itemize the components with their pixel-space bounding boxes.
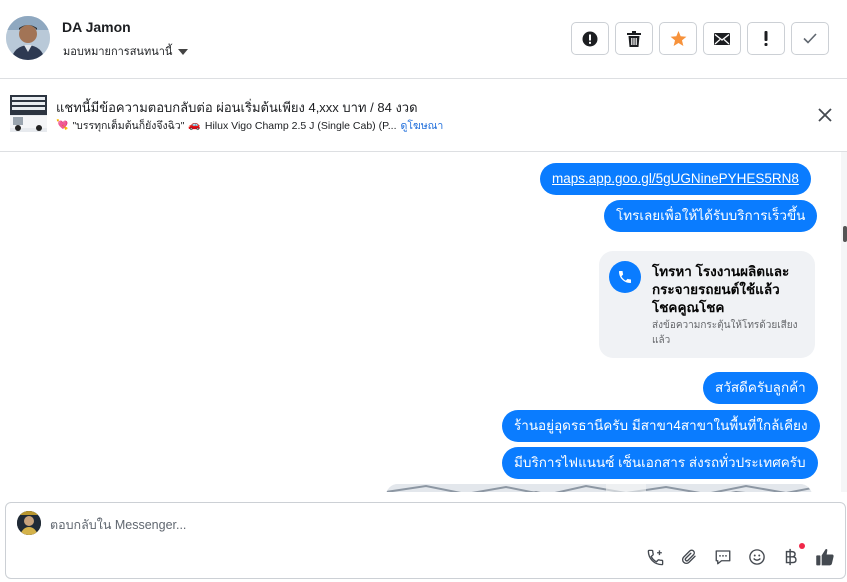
emoji-icon (749, 549, 765, 565)
thumbs-up-icon (816, 549, 834, 566)
check-icon (803, 33, 817, 44)
ad-text: "บรรทุกเต็มต้นก็ยังจึงฉิว" (72, 120, 185, 132)
message-bubble: มีบริการไฟแนนซ์ เซ็นเอกสาร ส่งรถทั่วประเ… (502, 447, 818, 479)
message-thread: maps.app.goo.gl/5gUGNinePYHES5RN8 โทรเลย… (0, 152, 847, 492)
mark-unread-button[interactable] (703, 22, 741, 55)
exclamation-icon (764, 31, 768, 46)
priority-button[interactable] (747, 22, 785, 55)
paperclip-icon (681, 549, 696, 565)
saved-replies-button[interactable] (713, 547, 733, 567)
close-icon (818, 108, 832, 122)
payment-button[interactable] (781, 543, 805, 567)
caret-down-icon (178, 48, 189, 55)
message-bubble-link[interactable]: maps.app.goo.gl/5gUGNinePYHES5RN8 (540, 163, 811, 195)
delete-button[interactable] (615, 22, 653, 55)
conversation-header: DA Jamon มอบหมายการสนทนานี้ (0, 0, 847, 79)
assign-conversation-dropdown[interactable]: มอบหมายการสนทนานี้ (63, 42, 189, 60)
contact-avatar[interactable] (6, 16, 50, 60)
vehicle-text: Hilux Vigo Champ 2.5 J (Single Cab) (P..… (204, 119, 397, 132)
call-request-button[interactable] (645, 547, 665, 567)
call-card-title: โทรหา โรงงานผลิตและกระจายรถยนต์ใช้แล้ว โ… (652, 264, 790, 315)
assign-label: มอบหมายการสนทนานี้ (63, 46, 173, 58)
call-card-subtitle: ส่งข้อความกระตุ้นให้โทรด้วยเสียงแล้ว (652, 320, 798, 346)
envelope-icon (714, 32, 730, 45)
star-icon (670, 30, 686, 46)
thread-scrollbar[interactable] (841, 152, 847, 492)
phone-plus-icon (647, 549, 663, 565)
alert-circle-icon (582, 31, 598, 46)
like-button[interactable] (815, 547, 835, 567)
scrollbar-thumb[interactable] (843, 226, 847, 242)
page-avatar (17, 511, 41, 535)
ad-thumbnail[interactable] (10, 95, 47, 137)
phone-icon (609, 261, 641, 293)
composer-toolbar (645, 543, 835, 567)
attach-file-button[interactable] (679, 547, 699, 567)
message-bubble: สวัสดีครับลูกค้า (703, 372, 818, 404)
message-bubble: ร้านอยู่อุดรธานีครับ มีสาขา4สาขาในพื้นที… (502, 410, 820, 442)
header-actions (571, 22, 829, 55)
view-ad-link[interactable]: ดูโฆษณา (401, 117, 444, 134)
close-context-button[interactable] (815, 105, 835, 125)
ad-context-title: แชทนี้มีข้อความตอบกลับต่อ ผ่อนเริ่มต้นเพ… (56, 100, 418, 115)
car-icon: 🚗 (188, 120, 201, 131)
message-bubble: โทรเลยเพื่อให้ได้รับบริการเร็วขึ้น (604, 200, 818, 232)
trash-icon (627, 30, 641, 47)
reply-composer (5, 502, 846, 579)
baht-icon (785, 548, 797, 566)
spam-button[interactable] (571, 22, 609, 55)
contact-name: DA Jamon (62, 19, 131, 35)
star-button[interactable] (659, 22, 697, 55)
reply-input[interactable] (50, 511, 650, 539)
heart-icon: 💘 (56, 120, 69, 131)
done-button[interactable] (791, 22, 829, 55)
call-card[interactable]: โทรหา โรงงานผลิตและกระจายรถยนต์ใช้แล้ว โ… (599, 251, 815, 358)
image-attachment[interactable] (386, 484, 812, 492)
notification-dot (799, 543, 805, 549)
emoji-button[interactable] (747, 547, 767, 567)
ad-context-subtitle: 💘 "บรรทุกเต็มต้นก็ยังจึงฉิว" 🚗 Hilux Vig… (56, 117, 443, 134)
chat-bubble-icon (715, 550, 731, 565)
